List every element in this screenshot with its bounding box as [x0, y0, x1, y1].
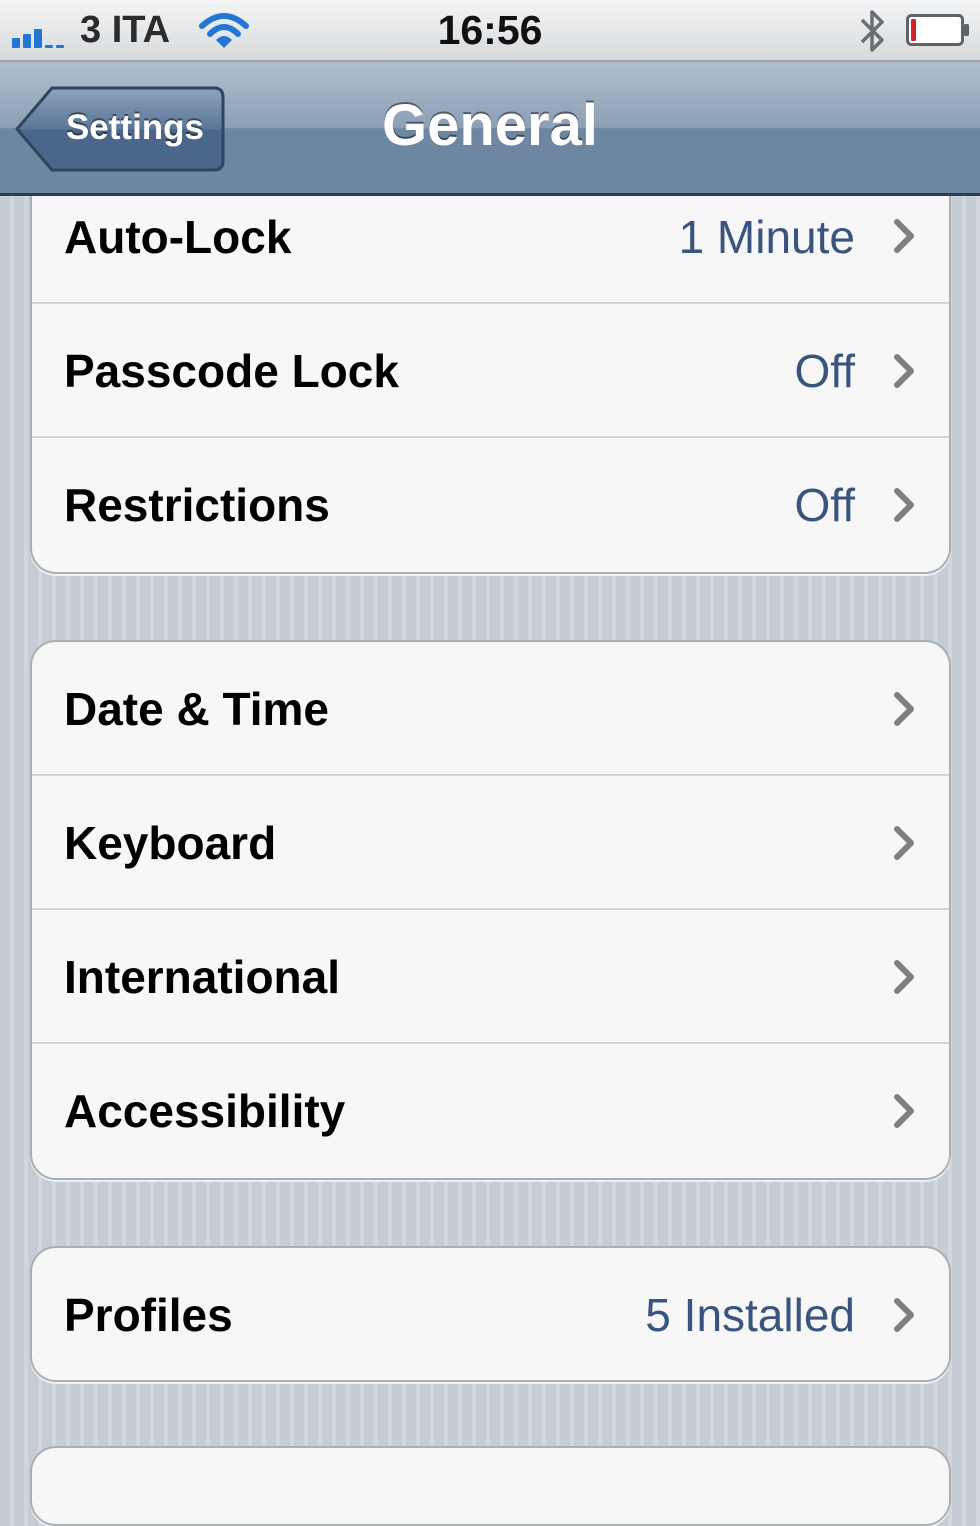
chevron-right-icon: [894, 1094, 914, 1128]
row-value: 1 Minute: [678, 211, 855, 263]
row-label: Accessibility: [64, 1085, 346, 1137]
settings-group-next: [30, 1446, 951, 1526]
row-label: Profiles: [64, 1289, 233, 1341]
row-label: International: [64, 951, 341, 1003]
bluetooth-icon: [860, 10, 884, 52]
chevron-right-icon: [894, 960, 914, 994]
row-label: Auto-Lock: [64, 211, 292, 263]
status-bar: 3 ITA 16:56: [0, 0, 980, 62]
row-keyboard[interactable]: Keyboard: [32, 776, 949, 910]
row-label: Date & Time: [64, 683, 330, 735]
chevron-right-icon: [894, 354, 914, 388]
settings-group-lock: Auto-Lock 1 Minute Passcode Lock Off Res…: [30, 196, 951, 574]
chevron-right-icon: [894, 692, 914, 726]
page-title: General: [382, 93, 598, 158]
wifi-icon: [199, 13, 249, 48]
settings-group-general: Date & Time Keyboard International Acces…: [30, 640, 951, 1180]
settings-group-profiles: Profiles 5 Installed: [30, 1246, 951, 1382]
row-value: Off: [794, 479, 855, 531]
row-profiles[interactable]: Profiles 5 Installed: [32, 1248, 949, 1380]
row-date-time[interactable]: Date & Time: [32, 642, 949, 776]
row-value: 5 Installed: [645, 1289, 855, 1341]
row-label: Passcode Lock: [64, 345, 399, 397]
battery-icon: [906, 14, 969, 46]
chevron-right-icon: [894, 219, 914, 253]
status-time: 16:56: [437, 7, 543, 53]
carrier-name: 3 ITA: [80, 9, 171, 51]
row-restrictions[interactable]: Restrictions Off: [32, 438, 949, 572]
row-label: Keyboard: [64, 817, 277, 869]
back-button[interactable]: Settings: [14, 84, 226, 174]
back-button-label: Settings: [65, 108, 205, 147]
row-accessibility[interactable]: Accessibility: [32, 1044, 949, 1178]
signal-strength-icon: [12, 20, 72, 48]
row-value: Off: [794, 345, 855, 397]
chevron-right-icon: [894, 1298, 914, 1332]
row-passcode-lock[interactable]: Passcode Lock Off: [32, 304, 949, 438]
row-international[interactable]: International: [32, 910, 949, 1044]
chevron-right-icon: [894, 826, 914, 860]
row-auto-lock[interactable]: Auto-Lock 1 Minute: [32, 196, 949, 304]
row-label: Restrictions: [64, 479, 330, 531]
chevron-right-icon: [894, 488, 914, 522]
